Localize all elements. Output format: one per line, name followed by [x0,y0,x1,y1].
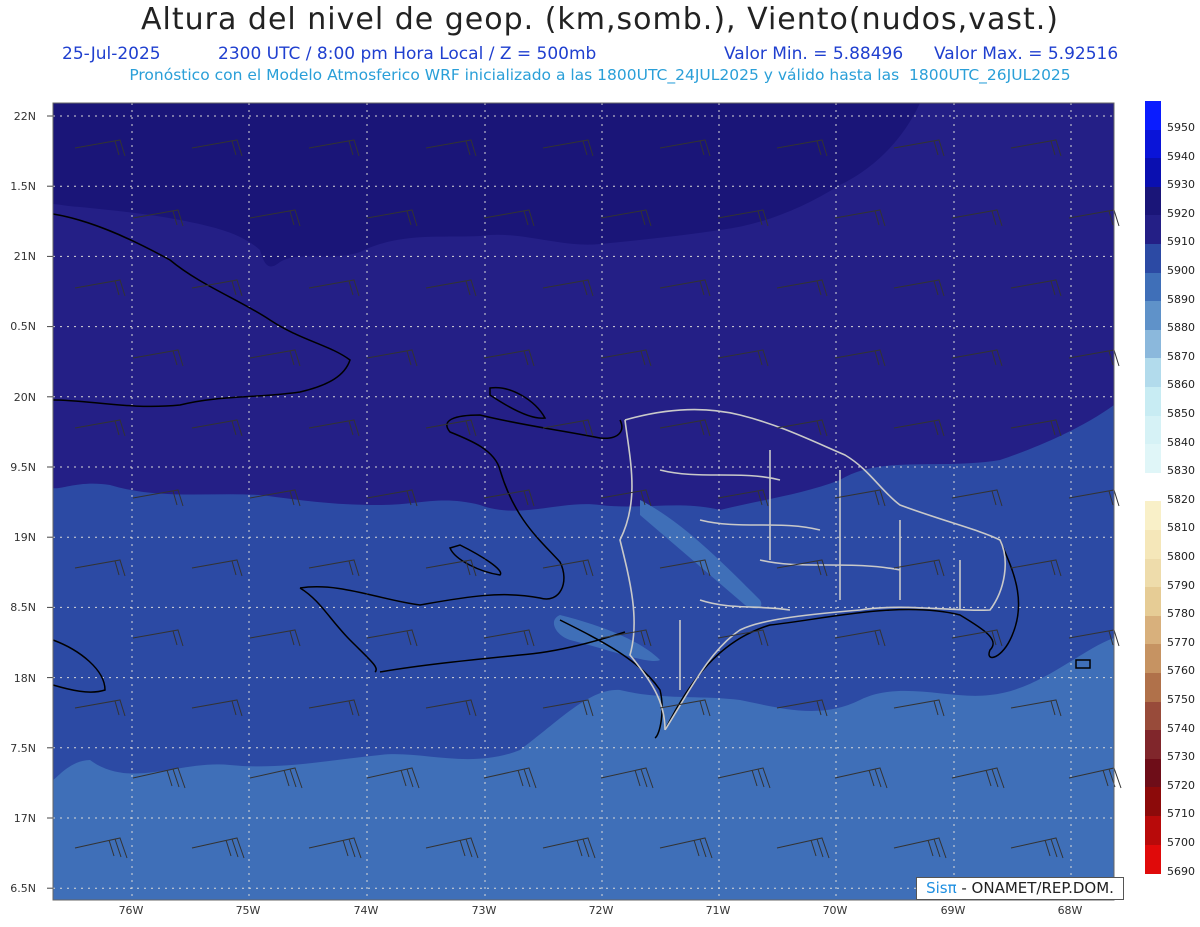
lat-label: 0.5N [10,320,36,333]
legend-label: 5800 [1167,550,1195,563]
max-value: Valor Max. = 5.92516 [934,44,1119,64]
lat-label: 6.5N [10,882,36,895]
legend-label: 5740 [1167,721,1195,735]
lat-label: 18N [13,672,36,685]
legend-label: 5880 [1167,321,1195,335]
legend-swatch [1145,301,1161,331]
legend-label: 5780 [1167,607,1195,621]
legend-swatch [1145,358,1161,388]
legend-label: 5920 [1167,206,1195,220]
legend-swatch [1145,444,1161,474]
legend-label: 5750 [1167,693,1195,706]
legend-label: 5830 [1167,464,1195,478]
legend-swatch [1145,244,1161,274]
model-info: Pronóstico con el Modelo Atmosferico WRF… [129,66,1071,84]
chart-title: Altura del nivel de geop. (km,somb.), Vi… [141,2,1059,37]
lon-label: 74W [353,904,379,917]
legend-swatch [1145,587,1161,617]
legend-label: 5820 [1167,492,1195,506]
legend-swatch [1145,415,1161,445]
lon-label: 69W [940,904,966,917]
lon-label: 70W [822,904,848,917]
legend-label: 5900 [1167,264,1195,277]
legend-label: 5840 [1167,435,1195,449]
legend-label: 5710 [1167,807,1195,821]
legend-label: 5860 [1167,378,1195,392]
legend-swatch [1145,787,1161,817]
legend-swatch [1145,329,1161,359]
lat-label: 9.5N [10,461,36,474]
forecast-time-info: 2300 UTC / 8:00 pm Hora Local / Z = 500m… [218,44,597,64]
legend-label: 5760 [1167,664,1195,678]
legend-swatch [1145,558,1161,588]
lat-label: 1.5N [10,180,36,193]
legend-label: 5910 [1167,235,1195,249]
legend-swatch [1145,816,1161,846]
lon-label: 75W [235,904,261,917]
sispi-logo: Sisπ [926,879,957,897]
legend-swatch [1145,186,1161,216]
legend-swatch [1145,644,1161,674]
legend-swatch [1145,615,1161,645]
legend-swatch [1145,101,1161,131]
legend-label: 5720 [1167,778,1195,792]
legend-label: 5930 [1167,178,1195,192]
legend-swatch [1145,158,1161,188]
lat-label: 20N [13,391,36,404]
credit-box: Sisπ - ONAMET/REP.DOM. [916,877,1124,900]
legend-swatch [1145,701,1161,731]
legend-swatch [1145,272,1161,302]
legend-swatch [1145,758,1161,788]
legend-label: 5770 [1167,635,1195,649]
legend-label: 5850 [1167,407,1195,420]
lat-label: 19N [13,531,36,544]
lat-label: 7.5N [10,742,36,755]
lat-label: 8.5N [10,601,36,614]
lat-label: 22N [13,110,36,123]
lat-label: 17N [13,812,36,825]
lon-label: 72W [588,904,614,917]
forecast-date: 25-Jul-2025 [62,44,161,64]
lat-label: 21N [13,250,36,263]
lon-label: 71W [705,904,731,917]
lon-label: 68W [1057,904,1083,917]
legend-swatch [1145,501,1161,531]
legend-label: 5810 [1167,521,1195,535]
legend-swatch [1145,387,1161,417]
legend-swatch [1145,673,1161,703]
credit-text: - ONAMET/REP.DOM. [956,879,1114,897]
legend-swatch [1145,530,1161,560]
legend-label: 5700 [1167,836,1195,849]
lon-label: 73W [471,904,497,917]
geopotential-field [53,103,1114,900]
min-value: Valor Min. = 5.88496 [724,44,904,64]
legend-swatch [1145,472,1161,502]
legend-label: 5940 [1167,149,1195,163]
legend-label: 5950 [1167,121,1195,134]
legend-label: 5890 [1167,292,1195,306]
legend-label: 5730 [1167,750,1195,764]
legend-swatch [1145,844,1161,874]
legend-label: 5790 [1167,578,1195,592]
lon-label: 76W [118,904,144,917]
legend-label: 5690 [1167,864,1195,878]
legend-swatch [1145,730,1161,760]
map-panel [47,102,1122,901]
legend-label: 5870 [1167,349,1195,363]
legend-swatch [1145,129,1161,159]
legend-swatch [1145,215,1161,245]
